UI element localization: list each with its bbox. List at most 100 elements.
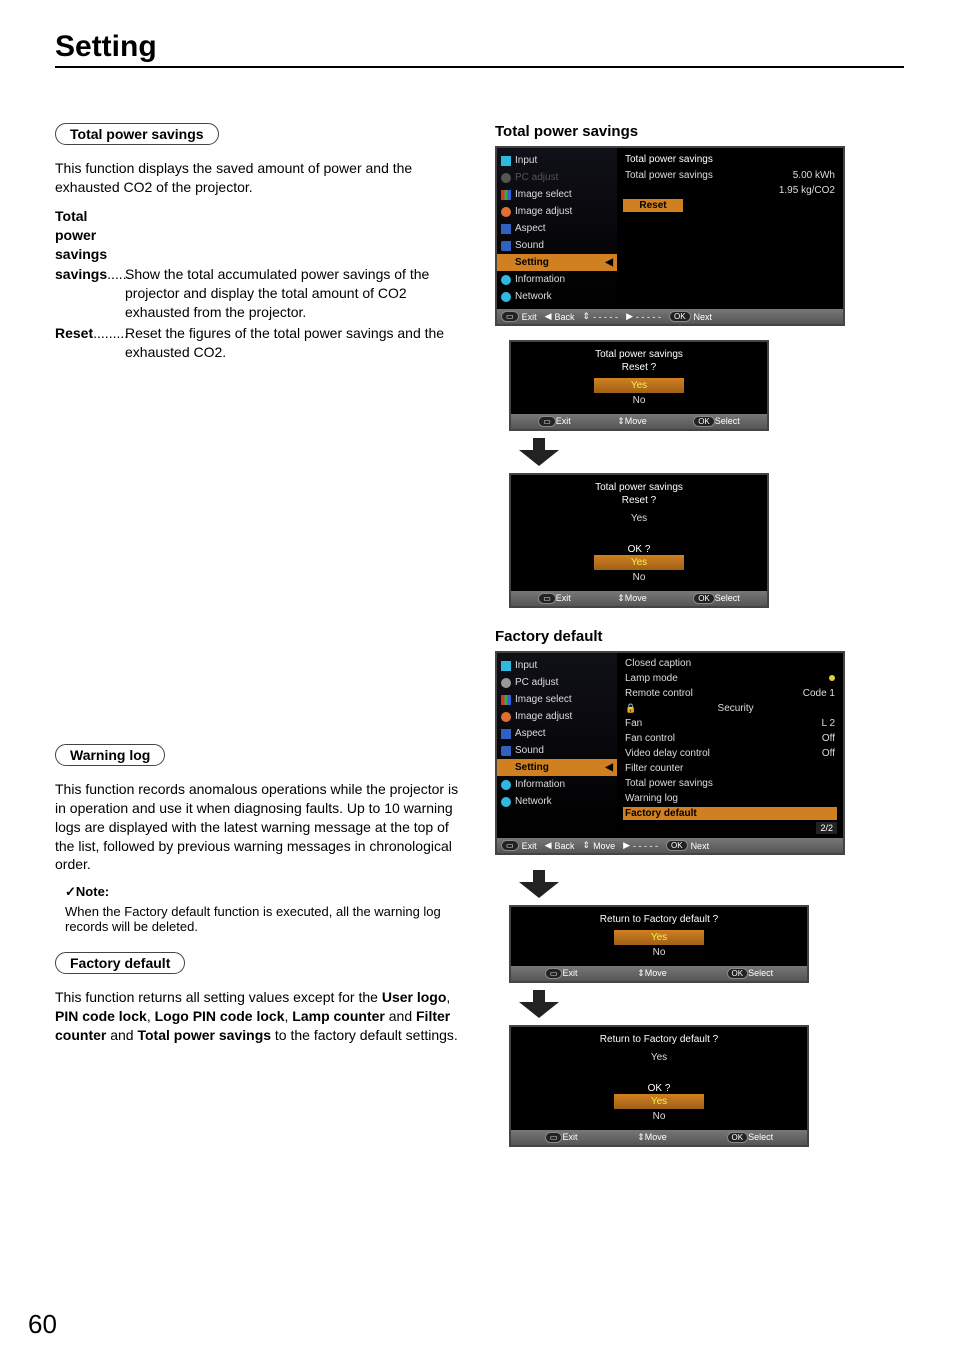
- sidebar-item-input[interactable]: Input: [497, 152, 617, 169]
- osd-row[interactable]: Factory default: [623, 807, 837, 820]
- sidebar-item-setting[interactable]: Setting◀: [497, 759, 617, 776]
- sidebar-item-information[interactable]: Information: [497, 271, 617, 288]
- nav-right-icon: ▶: [626, 311, 633, 322]
- page-number: 60: [28, 1309, 57, 1340]
- sidebar-item-aspect[interactable]: Aspect: [497, 220, 617, 237]
- osd-page-indicator: 2/2: [816, 822, 837, 834]
- nav-back: ◀: [545, 840, 552, 851]
- definition-row: savings...... Show the total accumulated…: [55, 265, 465, 322]
- lamp-mode-icon: [829, 675, 835, 681]
- osd-row: Total power savings 5.00 kWh: [623, 169, 837, 182]
- dialog-no[interactable]: No: [515, 393, 763, 408]
- menu-icon: ▭: [501, 311, 519, 322]
- osd-row[interactable]: Total power savings: [623, 777, 837, 790]
- nav-back: ◀: [545, 311, 552, 322]
- sound-icon: [501, 746, 511, 756]
- osd-row[interactable]: Video delay controlOff: [623, 747, 837, 760]
- sidebar-item-information[interactable]: Information: [497, 776, 617, 793]
- dialog-no[interactable]: No: [515, 945, 803, 960]
- osd-header: Total power savings: [623, 152, 837, 167]
- sidebar-item-image-adjust[interactable]: Image adjust: [497, 708, 617, 725]
- menu-icon: ▭: [545, 1132, 563, 1143]
- dialog-title: Return to Factory default ?: [515, 913, 803, 926]
- sidebar-item-network[interactable]: Network: [497, 793, 617, 810]
- image-adjust-icon: [501, 207, 511, 217]
- lock-icon: 🔒: [625, 703, 636, 714]
- osd-row[interactable]: Lamp mode: [623, 672, 837, 685]
- dialog-ok-q: OK ?: [515, 1083, 803, 1094]
- down-arrow-icon: [509, 989, 569, 1019]
- pill-total-power-savings: Total power savings: [55, 123, 219, 145]
- sidebar-item-setting[interactable]: Setting◀: [497, 254, 617, 271]
- definition-row: Reset......... Reset the figures of the …: [55, 324, 465, 362]
- menu-icon: ▭: [501, 840, 519, 851]
- image-adjust-icon: [501, 712, 511, 722]
- network-icon: [501, 292, 511, 302]
- nav-updown-icon: ⇕: [637, 1132, 645, 1142]
- sidebar-item-sound[interactable]: Sound: [497, 237, 617, 254]
- osd-row[interactable]: Warning log: [623, 792, 837, 805]
- osd-row[interactable]: 🔒 Security: [623, 702, 837, 715]
- dialog-title: Total power savings Reset ?: [515, 481, 763, 507]
- osd-row: 1.95 kg/CO2: [623, 184, 837, 197]
- pill-factory-default: Factory default: [55, 952, 185, 974]
- dialog-factory-default-confirm: Return to Factory default ? Yes OK ? Yes…: [509, 1025, 809, 1147]
- nav-updown-icon: ⇕: [583, 840, 591, 851]
- dialog-yes-highlighted[interactable]: Yes: [594, 378, 684, 393]
- osd-row-reset[interactable]: Reset: [623, 199, 683, 212]
- arrow-left-icon: ◀: [605, 762, 613, 773]
- dialog-yes-highlighted[interactable]: Yes: [614, 1094, 704, 1109]
- osd-row[interactable]: FanL 2: [623, 717, 837, 730]
- osd-menu-factory: Input PC adjust Image select Image adjus…: [495, 651, 845, 855]
- osd-content: Total power savings Total power savings …: [617, 148, 843, 309]
- input-icon: [501, 156, 511, 166]
- osd-footer: ▭Exit ◀Back ⇕- - - - - ▶- - - - - OKNext: [497, 309, 843, 324]
- dialog-no[interactable]: No: [515, 1109, 803, 1124]
- paragraph: This function returns all setting values…: [55, 988, 465, 1045]
- pill-warning-log: Warning log: [55, 744, 165, 766]
- osd-sidebar: Input PC adjust Image select Image adjus…: [497, 148, 617, 309]
- paragraph: This function records anomalous operatio…: [55, 780, 465, 874]
- dialog-yes-highlighted[interactable]: Yes: [594, 555, 684, 570]
- pc-adjust-icon: [501, 678, 511, 688]
- dialog-tps-reset-confirm: Total power savings Reset ? Yes OK ? Yes…: [509, 473, 769, 608]
- ok-icon: OK: [666, 840, 688, 851]
- nav-updown-icon: ⇕: [617, 593, 625, 603]
- dialog-ok-q: OK ?: [515, 544, 763, 555]
- ok-icon: OK: [693, 593, 715, 604]
- aspect-icon: [501, 729, 511, 739]
- ok-icon: OK: [727, 968, 749, 979]
- definition-term: Reset: [55, 325, 93, 341]
- figure-title-factory: Factory default: [495, 628, 904, 645]
- osd-row[interactable]: Filter counter: [623, 762, 837, 775]
- menu-icon: ▭: [538, 416, 556, 427]
- sidebar-item-pc-adjust[interactable]: PC adjust: [497, 674, 617, 691]
- arrow-left-icon: ◀: [605, 257, 613, 268]
- sidebar-item-sound[interactable]: Sound: [497, 742, 617, 759]
- image-select-icon: [501, 695, 511, 705]
- sidebar-item-image-select[interactable]: Image select: [497, 186, 617, 203]
- osd-content: Closed caption Lamp mode Remote controlCod…: [617, 653, 843, 838]
- sidebar-item-image-adjust[interactable]: Image adjust: [497, 203, 617, 220]
- down-arrow-icon: [509, 437, 569, 467]
- nav-updown-icon: ⇕: [583, 311, 591, 322]
- dialog-no[interactable]: No: [515, 570, 763, 585]
- osd-row[interactable]: Fan controlOff: [623, 732, 837, 745]
- dialog-title: Total power savings Reset ?: [515, 348, 763, 374]
- definition-desc: Reset the figures of the total power sav…: [125, 324, 465, 362]
- dialog-yes: Yes: [515, 511, 763, 526]
- menu-icon: ▭: [538, 593, 556, 604]
- dialog-yes-highlighted[interactable]: Yes: [614, 930, 704, 945]
- ok-icon: OK: [669, 311, 691, 322]
- down-arrow-icon: [509, 869, 569, 899]
- osd-row[interactable]: Remote controlCode 1: [623, 687, 837, 700]
- sidebar-item-pc-adjust[interactable]: PC adjust: [497, 169, 617, 186]
- sidebar-item-network[interactable]: Network: [497, 288, 617, 305]
- sidebar-item-input[interactable]: Input: [497, 657, 617, 674]
- dialog-factory-default: Return to Factory default ? Yes No ▭Exit…: [509, 905, 809, 983]
- dialog-title: Return to Factory default ?: [515, 1033, 803, 1046]
- osd-row[interactable]: Closed caption: [623, 657, 837, 670]
- paragraph: This function displays the saved amount …: [55, 159, 465, 197]
- sidebar-item-aspect[interactable]: Aspect: [497, 725, 617, 742]
- sidebar-item-image-select[interactable]: Image select: [497, 691, 617, 708]
